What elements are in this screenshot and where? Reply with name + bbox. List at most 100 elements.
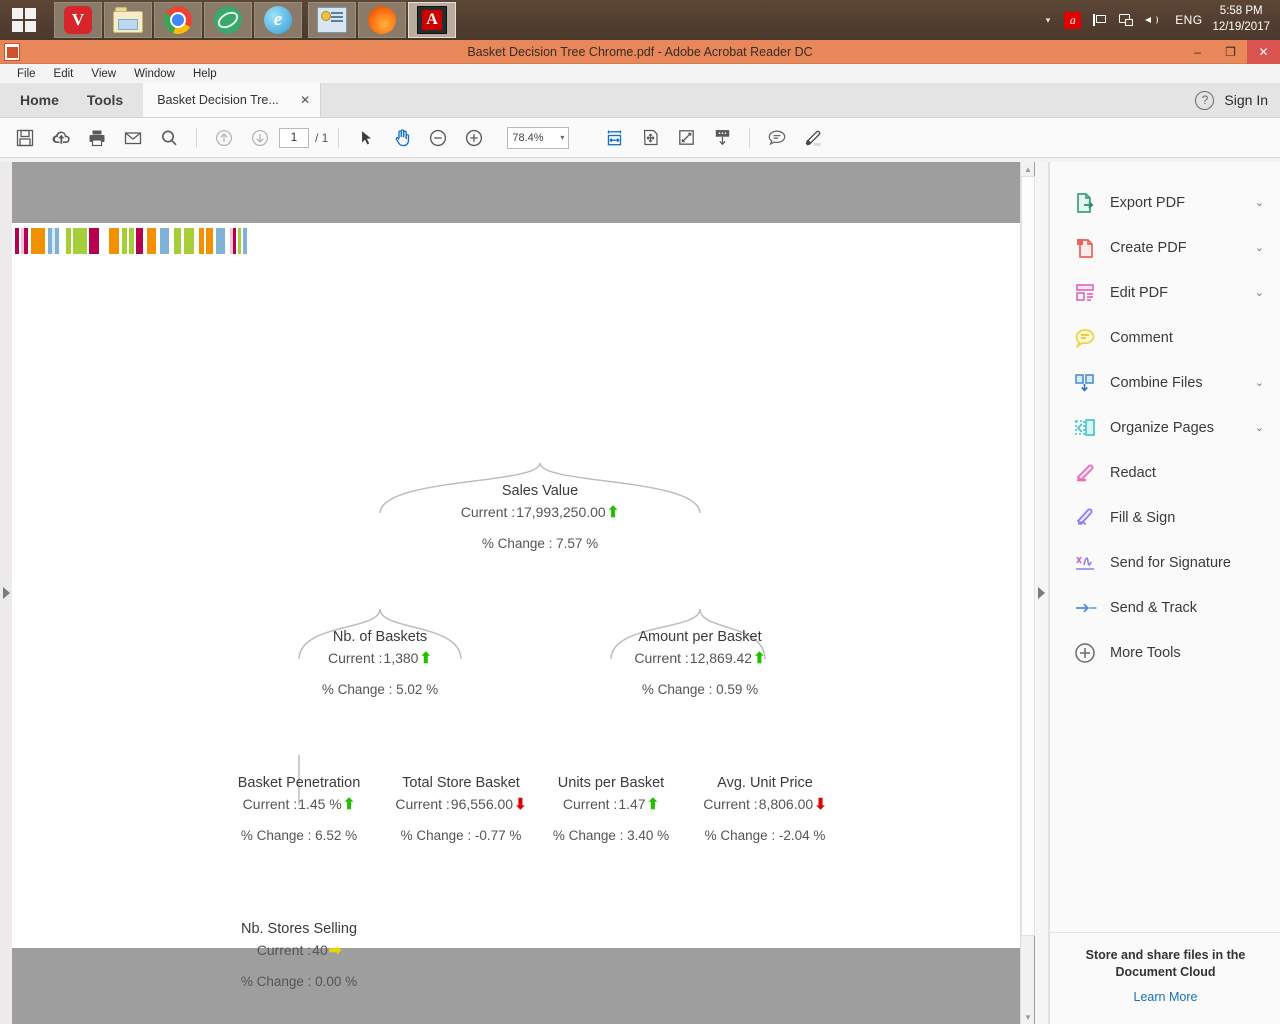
- scroll-up-icon[interactable]: ▲: [1021, 162, 1035, 176]
- chevron-down-icon[interactable]: ⌄: [1255, 241, 1264, 254]
- help-icon[interactable]: ?: [1195, 91, 1214, 110]
- tree-node-avg-unit-price[interactable]: Avg. Unit Price Current : 8,806.00 ⬇ % C…: [690, 773, 840, 846]
- windows-logo-icon: [12, 8, 36, 32]
- upload-cloud-icon[interactable]: [44, 123, 78, 153]
- start-button[interactable]: [0, 0, 48, 40]
- tool-organize-pages[interactable]: Organize Pages ⌄: [1050, 405, 1280, 450]
- select-tool-icon[interactable]: [349, 123, 383, 153]
- taskbar-app-control-panel[interactable]: [308, 2, 356, 38]
- tool-label: Organize Pages: [1110, 420, 1214, 436]
- tab-tools[interactable]: Tools: [73, 92, 137, 108]
- language-indicator[interactable]: ENG: [1175, 13, 1202, 27]
- menu-file[interactable]: File: [8, 68, 45, 80]
- tool-edit-pdf[interactable]: Edit PDF ⌄: [1050, 270, 1280, 315]
- chevron-down-icon[interactable]: ⌄: [1255, 286, 1264, 299]
- page-navigation: 1 / 1: [279, 128, 328, 148]
- fit-width-icon[interactable]: [597, 123, 631, 153]
- tray-expand-icon[interactable]: ▾: [1046, 15, 1051, 26]
- tree-node-units-per-basket[interactable]: Units per Basket Current : 1.47 ⬆ % Chan…: [536, 773, 686, 846]
- clock[interactable]: 5:58 PM 12/19/2017: [1212, 4, 1274, 35]
- menu-window[interactable]: Window: [125, 68, 184, 80]
- chevron-down-icon[interactable]: ⌄: [1255, 421, 1264, 434]
- fullscreen-icon[interactable]: [669, 123, 703, 153]
- tool-comment[interactable]: Comment: [1050, 315, 1280, 360]
- previous-page-icon[interactable]: [207, 123, 241, 153]
- node-current: Current : 17,993,250.00 ⬆: [440, 501, 640, 523]
- node-current-value: 40: [312, 939, 328, 961]
- antivirus-tray-icon[interactable]: a: [1064, 12, 1081, 29]
- right-panel-toggle[interactable]: [1035, 162, 1049, 1024]
- highlight-icon[interactable]: [796, 123, 830, 153]
- tool-label: Fill & Sign: [1110, 510, 1175, 526]
- tool-redact[interactable]: Redact: [1050, 450, 1280, 495]
- network-icon[interactable]: [1119, 14, 1133, 26]
- email-icon[interactable]: [116, 123, 150, 153]
- next-page-icon[interactable]: [243, 123, 277, 153]
- taskbar-app-atom[interactable]: [204, 2, 252, 38]
- node-change: % Change : 0.00 %: [219, 972, 379, 992]
- taskbar-app-firefox[interactable]: [358, 2, 406, 38]
- decision-tree: Sales Value Current : 17,993,250.00 ⬆ % …: [12, 223, 1020, 948]
- tool-create-pdf[interactable]: Create PDF ⌄: [1050, 225, 1280, 270]
- learn-more-link[interactable]: Learn More: [1068, 990, 1263, 1004]
- node-change: % Change : 7.57 %: [440, 534, 640, 554]
- node-change-value: 0.59 %: [716, 682, 758, 697]
- node-current: Current : 1.45 % ⬆: [219, 793, 379, 815]
- tree-node-nb-stores-selling[interactable]: Nb. Stores Selling Current : 40 ➡ % Chan…: [219, 919, 379, 992]
- tab-home[interactable]: Home: [6, 92, 73, 108]
- tree-node-total-store-basket[interactable]: Total Store Basket Current : 96,556.00 ⬇…: [381, 773, 541, 846]
- taskbar-app-internet-explorer[interactable]: e: [254, 2, 302, 38]
- save-file-icon[interactable]: [8, 123, 42, 153]
- left-panel-toggle[interactable]: [0, 162, 12, 1024]
- search-icon[interactable]: [152, 123, 186, 153]
- taskbar-app-vivaldi[interactable]: V: [54, 2, 102, 38]
- zoom-out-icon[interactable]: [421, 123, 455, 153]
- print-icon[interactable]: [80, 123, 114, 153]
- menu-view[interactable]: View: [82, 68, 125, 80]
- scroll-mode-icon[interactable]: [705, 123, 739, 153]
- close-icon[interactable]: ✕: [286, 93, 310, 107]
- tool-fill-sign[interactable]: Fill & Sign: [1050, 495, 1280, 540]
- tab-document[interactable]: Basket Decision Tre... ✕: [143, 83, 321, 117]
- menu-bar: File Edit View Window Help: [0, 64, 1280, 84]
- flag-icon[interactable]: [1093, 14, 1107, 26]
- zoom-in-icon[interactable]: [457, 123, 491, 153]
- chevron-down-icon[interactable]: ⌄: [1255, 196, 1264, 209]
- page-number-input[interactable]: 1: [279, 128, 309, 148]
- node-change-label: % Change :: [322, 682, 393, 697]
- tree-node-basket-penetration[interactable]: Basket Penetration Current : 1.45 % ⬆ % …: [219, 773, 379, 846]
- vertical-scrollbar[interactable]: ▲ ▼: [1020, 162, 1034, 1024]
- tree-node-nb-of-baskets[interactable]: Nb. of Baskets Current : 1,380 ⬆ % Chang…: [290, 627, 470, 700]
- promo-title: Store and share files in the Document Cl…: [1068, 947, 1263, 981]
- tool-export-pdf[interactable]: Export PDF ⌄: [1050, 180, 1280, 225]
- node-change-label: % Change :: [705, 828, 776, 843]
- tool-combine-files[interactable]: Combine Files ⌄: [1050, 360, 1280, 405]
- tree-node-amount-per-basket[interactable]: Amount per Basket Current : 12,869.42 ⬆ …: [600, 627, 800, 700]
- menu-edit[interactable]: Edit: [45, 68, 83, 80]
- trend-up-icon: ⬆: [647, 797, 660, 812]
- zoom-level-value: 78.4%: [512, 132, 543, 144]
- taskbar-app-chrome[interactable]: [154, 2, 202, 38]
- tool-send-for-signature[interactable]: Send for Signature: [1050, 540, 1280, 585]
- menu-help[interactable]: Help: [184, 68, 226, 80]
- zoom-level-select[interactable]: 78.4% ▾: [507, 127, 569, 149]
- scroll-down-icon[interactable]: ▼: [1021, 1010, 1035, 1024]
- tree-node-sales-value[interactable]: Sales Value Current : 17,993,250.00 ⬆ % …: [440, 481, 640, 554]
- chevron-down-icon[interactable]: ⌄: [1255, 376, 1264, 389]
- taskbar-app-file-explorer[interactable]: [104, 2, 152, 38]
- tool-more-tools[interactable]: More Tools: [1050, 630, 1280, 675]
- acrobat-icon: A: [417, 6, 447, 34]
- trend-down-icon: ⬇: [814, 797, 827, 812]
- pdf-viewport[interactable]: Sales Value Current : 17,993,250.00 ⬆ % …: [12, 162, 1020, 1024]
- toolbar: 1 / 1 78.4%: [0, 118, 1280, 158]
- tool-send-track[interactable]: Send & Track: [1050, 585, 1280, 630]
- windows-taskbar: V e A ▾ a ENG 5:58 PM 12/19/2017: [0, 0, 1280, 40]
- comment-icon[interactable]: [760, 123, 794, 153]
- scrollbar-thumb[interactable]: [1021, 176, 1035, 936]
- sign-in-button[interactable]: Sign In: [1224, 92, 1268, 108]
- hand-tool-icon[interactable]: [385, 123, 419, 153]
- pan-zoom-icon[interactable]: [633, 123, 667, 153]
- volume-icon[interactable]: [1145, 14, 1159, 26]
- node-name: Avg. Unit Price: [690, 773, 840, 793]
- taskbar-app-acrobat[interactable]: A: [408, 2, 456, 38]
